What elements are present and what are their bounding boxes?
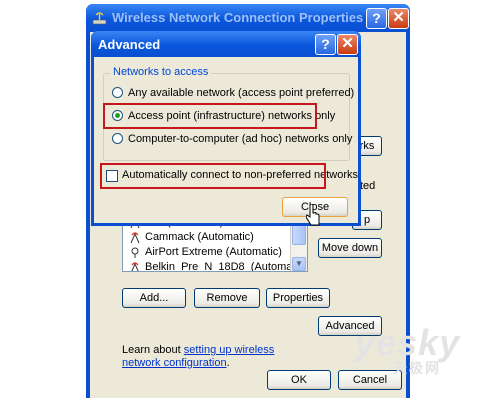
help-button[interactable]: ?	[366, 8, 387, 29]
close-button[interactable]: ✕	[337, 34, 358, 55]
scroll-down-icon[interactable]: ▼	[292, 257, 306, 271]
radio-button[interactable]	[112, 87, 123, 98]
add-button[interactable]: Add...	[122, 288, 186, 308]
radio-label: Any available network (access point pref…	[128, 87, 355, 99]
advanced-title: Advanced	[98, 37, 161, 52]
occluded-text-fragment: ted	[360, 180, 376, 192]
move-up-button-label: p	[363, 214, 371, 226]
advanced-title-bar[interactable]: Advanced ? ✕	[91, 31, 361, 57]
radio-label: Computer-to-computer (ad hoc) networks o…	[128, 133, 353, 145]
remove-button[interactable]: Remove	[194, 288, 260, 308]
network-connection-icon	[92, 12, 107, 25]
radio-button[interactable]	[112, 133, 123, 144]
network-name: Cammack (Automatic)	[145, 231, 254, 243]
advanced-body: Networks to access Any available network…	[94, 57, 358, 223]
advanced-dialog: Advanced ? ✕ Networks to access Any avai…	[91, 31, 361, 226]
list-scrollbar[interactable]: ▼	[290, 219, 307, 271]
highlight-box-auto-connect	[100, 163, 326, 189]
wireless-network-icon	[131, 247, 139, 258]
preferred-networks-list[interactable]: Dell (Automatic) Cammack (Automatic) Air…	[122, 218, 308, 272]
yesky-watermark: yesky 天极网	[355, 322, 465, 380]
help-button[interactable]: ?	[315, 34, 336, 55]
network-name: AirPort Extreme (Automatic)	[145, 246, 282, 258]
learn-about-text: Learn about setting up wireless network …	[122, 344, 312, 370]
properties-button[interactable]: Properties	[266, 288, 330, 308]
wireless-properties-title-bar[interactable]: Wireless Network Connection Properties ?…	[86, 4, 410, 32]
list-item[interactable]: Cammack (Automatic)	[127, 230, 254, 245]
watermark-sub: 天极网	[393, 360, 441, 376]
list-item[interactable]: Belkin_Pre_N_18D8_(Automatic)	[127, 260, 308, 272]
network-name: Belkin_Pre_N_18D8_(Automatic)	[145, 261, 308, 272]
radio-ad-hoc-only[interactable]: Computer-to-computer (ad hoc) networks o…	[112, 131, 352, 147]
highlight-box-access-point	[103, 103, 317, 129]
view-networks-button-label: rks	[359, 140, 375, 152]
wireless-network-icon	[130, 232, 140, 244]
group-legend: Networks to access	[110, 66, 212, 78]
ok-button[interactable]: OK	[267, 370, 331, 390]
wireless-properties-title: Wireless Network Connection Properties	[112, 10, 364, 25]
close-button[interactable]: ✕	[388, 8, 409, 29]
radio-any-network[interactable]: Any available network (access point pref…	[112, 85, 354, 101]
mouse-pointer-icon	[306, 204, 320, 226]
move-down-button[interactable]: Move down	[318, 238, 382, 258]
wireless-network-icon	[131, 262, 139, 271]
list-item[interactable]: AirPort Extreme (Automatic)	[127, 245, 282, 260]
learn-suffix: .	[226, 357, 230, 369]
learn-prefix: Learn about	[122, 344, 184, 356]
